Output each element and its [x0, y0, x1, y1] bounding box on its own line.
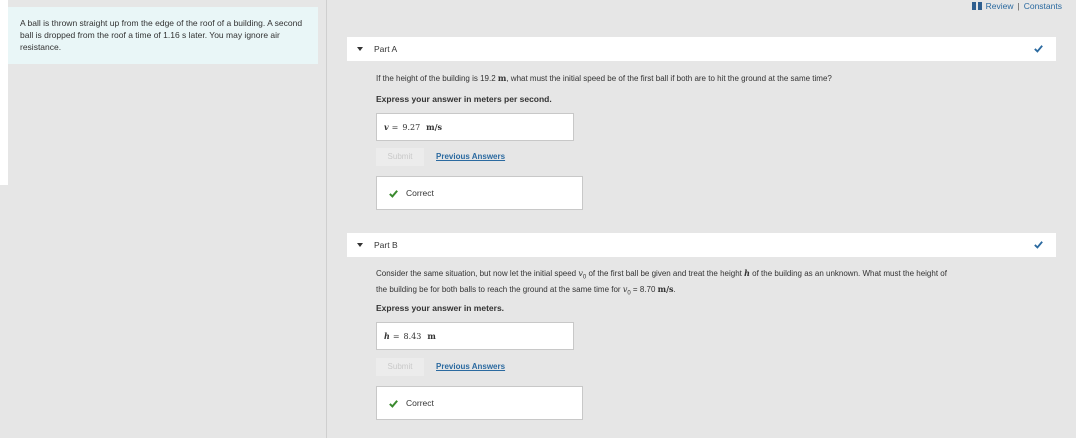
correct-check-icon: [389, 189, 398, 198]
part-a-feedback: Correct: [376, 176, 583, 210]
book-icon: [971, 2, 982, 10]
part-b-previous-answers-link[interactable]: Previous Answers: [436, 362, 505, 371]
part-a-complete-check-icon: [1034, 45, 1043, 53]
header-links: Review | Constants: [971, 1, 1062, 11]
problem-pane: A ball is thrown straight up from the ed…: [0, 0, 327, 438]
part-a-title: Part A: [374, 44, 398, 54]
constants-link[interactable]: Constants: [1024, 1, 1062, 11]
part-a-answer-unit: m/s: [426, 122, 443, 132]
part-a-answer-field[interactable]: v = 9.27 m/s: [376, 113, 574, 141]
part-b-body: Consider the same situation, but now let…: [347, 257, 1056, 432]
part-b-header[interactable]: Part B: [347, 233, 1056, 257]
problem-statement: A ball is thrown straight up from the ed…: [8, 7, 318, 64]
part-a-submit-button[interactable]: Submit: [376, 148, 424, 166]
part-b-result-label: Correct: [406, 398, 434, 408]
part-a-body: If the height of the building is 19.2 m,…: [347, 61, 1056, 221]
part-a-answer-value: 9.27: [402, 122, 421, 132]
part-b-title: Part B: [374, 240, 398, 250]
part-b-complete-check-icon: [1034, 241, 1043, 249]
part-b-answer-field[interactable]: h = 8.43 m: [376, 322, 574, 350]
part-a-header[interactable]: Part A: [347, 37, 1056, 61]
part-b-instruction: Express your answer in meters.: [376, 303, 505, 313]
part-b-submit-button[interactable]: Submit: [376, 358, 424, 376]
part-a-instruction: Express your answer in meters per second…: [376, 94, 552, 104]
link-separator: |: [1017, 1, 1020, 11]
collapse-caret-icon[interactable]: [357, 47, 363, 51]
part-a-question: If the height of the building is 19.2 m,…: [376, 73, 832, 83]
correct-check-icon: [389, 399, 398, 408]
part-b-feedback: Correct: [376, 386, 583, 420]
part-a-previous-answers-link[interactable]: Previous Answers: [436, 152, 505, 161]
problem-text: A ball is thrown straight up from the ed…: [20, 18, 303, 52]
part-b-question: Consider the same situation, but now let…: [376, 268, 947, 297]
part-b-answer-value: 8.43: [403, 331, 422, 341]
collapse-caret-icon[interactable]: [357, 243, 363, 247]
pane-edge: [0, 0, 8, 185]
part-b-answer-unit: m: [427, 331, 436, 341]
review-link[interactable]: Review: [986, 1, 1014, 11]
part-a-result-label: Correct: [406, 188, 434, 198]
